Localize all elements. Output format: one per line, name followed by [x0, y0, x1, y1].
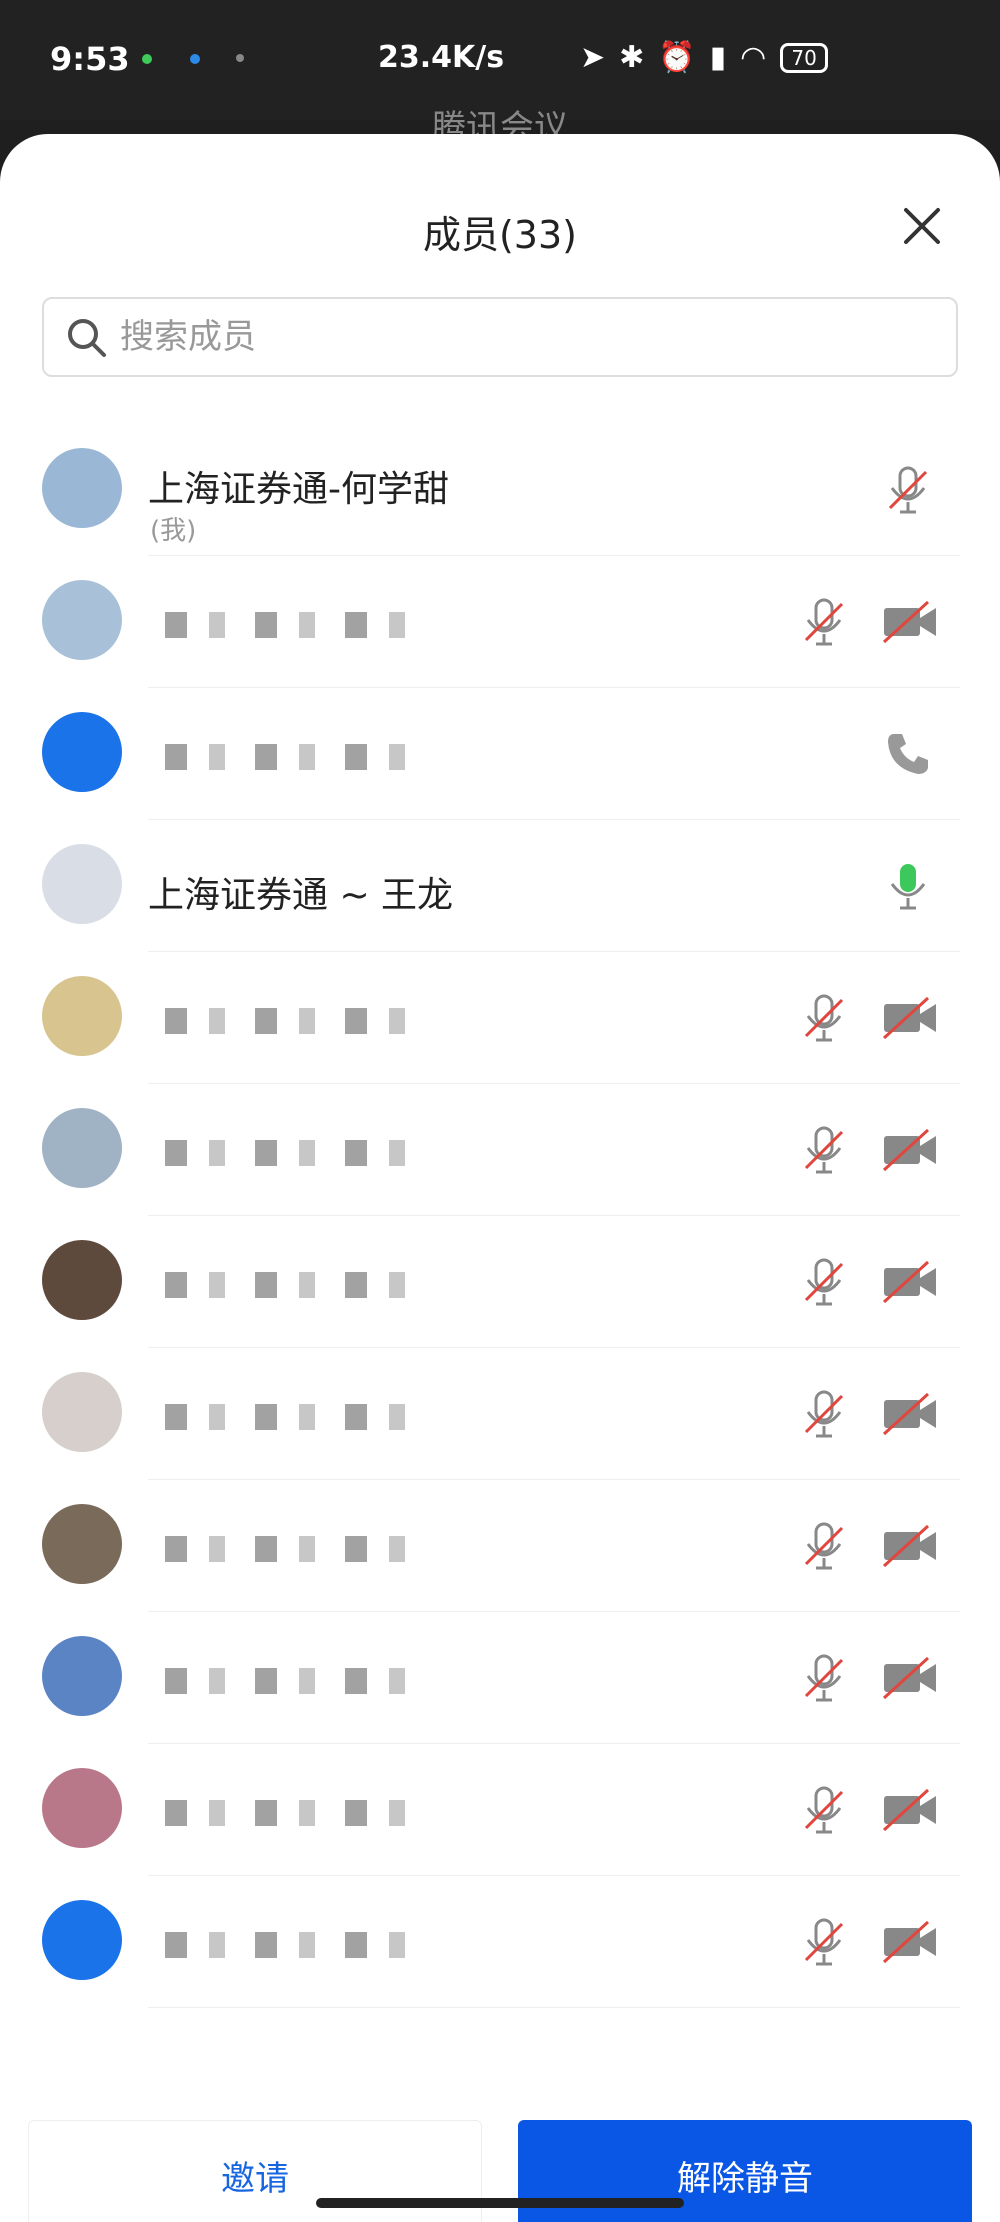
net-speed: 23.4K/s [378, 40, 505, 75]
member-row[interactable] [0, 1612, 1000, 1744]
mic-muted-icon[interactable] [798, 596, 850, 648]
member-row[interactable] [0, 1216, 1000, 1348]
mic-muted-icon[interactable] [798, 1256, 850, 1308]
mic-muted-icon[interactable] [798, 1784, 850, 1836]
redacted-name [165, 1140, 425, 1166]
sheet-title: 成员(33) [422, 213, 577, 257]
member-list: 上海证券通-何学甜 (我) 上海证券通 ~ 王龙 [0, 424, 1000, 2008]
wifi-icon: ◠ [740, 40, 767, 75]
alarm-icon: ⏰ [658, 40, 696, 75]
camera-off-icon[interactable] [880, 1520, 940, 1572]
camera-off-icon[interactable] [880, 1388, 940, 1440]
avatar [42, 1768, 122, 1848]
members-sheet: 成员(33) 上海证券通-何学甜(我)上海证券通 ~ 王龙 邀请 解除静音 [0, 134, 1000, 2222]
member-row[interactable] [0, 1348, 1000, 1480]
bluetooth-icon: ✱ [619, 40, 645, 75]
avatar [42, 1108, 122, 1188]
status-time: 9:53 [50, 40, 130, 78]
avatar [42, 580, 122, 660]
camera-off-icon[interactable] [880, 1784, 940, 1836]
avatar [42, 448, 122, 528]
camera-off-icon[interactable] [880, 1652, 940, 1704]
search-bar[interactable] [42, 297, 958, 377]
member-row[interactable] [0, 1744, 1000, 1876]
member-row[interactable] [0, 688, 1000, 820]
redacted-name [165, 1404, 425, 1430]
search-input[interactable] [120, 317, 940, 357]
phone-icon[interactable] [882, 728, 934, 780]
avatar [42, 844, 122, 924]
member-row[interactable] [0, 1084, 1000, 1216]
mic-muted-icon[interactable] [798, 1652, 850, 1704]
avatar [42, 712, 122, 792]
location-icon: ➤ [580, 40, 606, 75]
avatar [42, 976, 122, 1056]
battery-icon: 70 [780, 42, 828, 73]
mic-muted-icon[interactable] [798, 992, 850, 1044]
mic-muted-icon[interactable] [798, 1124, 850, 1176]
green-dot-icon [142, 54, 152, 64]
member-name: 上海证券通 ~ 王龙 [148, 875, 454, 916]
redacted-name [165, 1800, 425, 1826]
avatar [42, 1900, 122, 1980]
member-row[interactable] [0, 556, 1000, 688]
member-row[interactable] [0, 1480, 1000, 1612]
redacted-name [165, 1668, 425, 1694]
close-icon[interactable] [900, 204, 944, 248]
mic-muted-icon[interactable] [798, 1520, 850, 1572]
redacted-name [165, 744, 425, 770]
home-indicator[interactable] [316, 2198, 684, 2208]
redacted-name [165, 1008, 425, 1034]
avatar [42, 1240, 122, 1320]
redacted-name [165, 612, 425, 638]
camera-off-icon[interactable] [880, 992, 940, 1044]
app-notification-icon [190, 54, 200, 64]
camera-off-icon[interactable] [880, 1916, 940, 1968]
avatar [42, 1372, 122, 1452]
camera-off-icon[interactable] [880, 1256, 940, 1308]
member-row[interactable] [0, 1876, 1000, 2008]
notification-icon [236, 54, 244, 62]
avatar [42, 1636, 122, 1716]
search-icon [68, 319, 106, 357]
member-row[interactable]: 上海证券通 ~ 王龙 [0, 820, 1000, 952]
mic-muted-icon[interactable] [798, 1916, 850, 1968]
avatar [42, 1504, 122, 1584]
redacted-name [165, 1536, 425, 1562]
redacted-name [165, 1932, 425, 1958]
mic-active-icon[interactable] [882, 860, 934, 912]
member-row[interactable]: 上海证券通-何学甜 (我) [0, 424, 1000, 556]
member-name: 上海证券通-何学甜 [148, 469, 449, 510]
mic-muted-icon[interactable] [882, 464, 934, 516]
status-icons: ➤ ✱ ⏰ ▮ ◠ 70 [580, 40, 828, 75]
redacted-name [165, 1272, 425, 1298]
status-bar: 9:53 23.4K/s ➤ ✱ ⏰ ▮ ◠ 70 腾讯会议 [0, 0, 1000, 148]
divider [148, 2007, 960, 2008]
mic-muted-icon[interactable] [798, 1388, 850, 1440]
member-role: (我) [150, 516, 197, 546]
camera-off-icon[interactable] [880, 596, 940, 648]
signal-icon: ▮ [709, 40, 727, 75]
camera-off-icon[interactable] [880, 1124, 940, 1176]
member-row[interactable] [0, 952, 1000, 1084]
